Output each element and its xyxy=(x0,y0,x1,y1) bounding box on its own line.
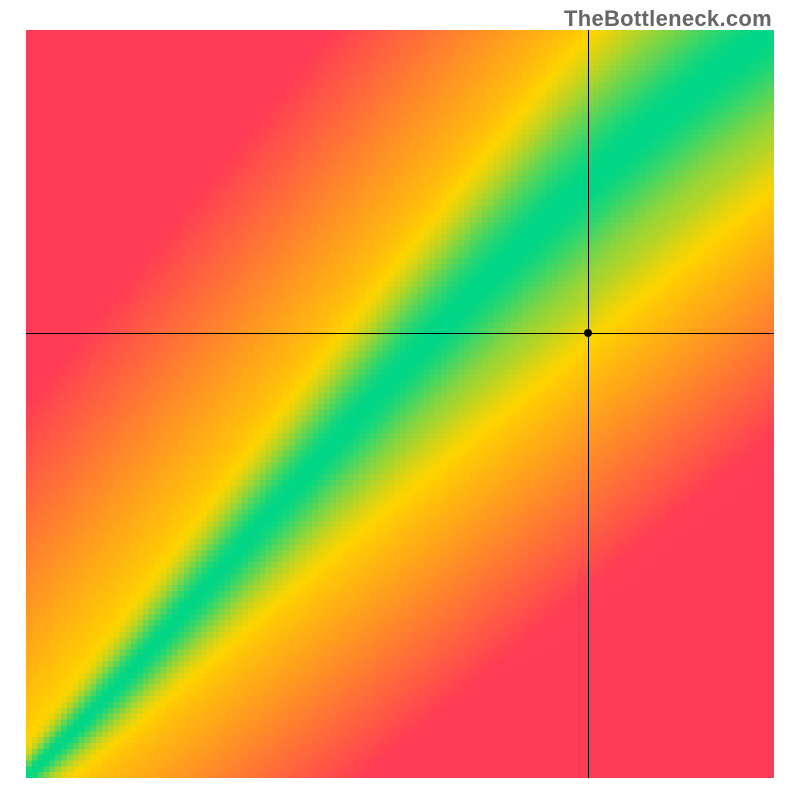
watermark-label: TheBottleneck.com xyxy=(564,6,772,32)
heatmap-canvas xyxy=(26,30,774,778)
bottleneck-chart: TheBottleneck.com xyxy=(0,0,800,800)
